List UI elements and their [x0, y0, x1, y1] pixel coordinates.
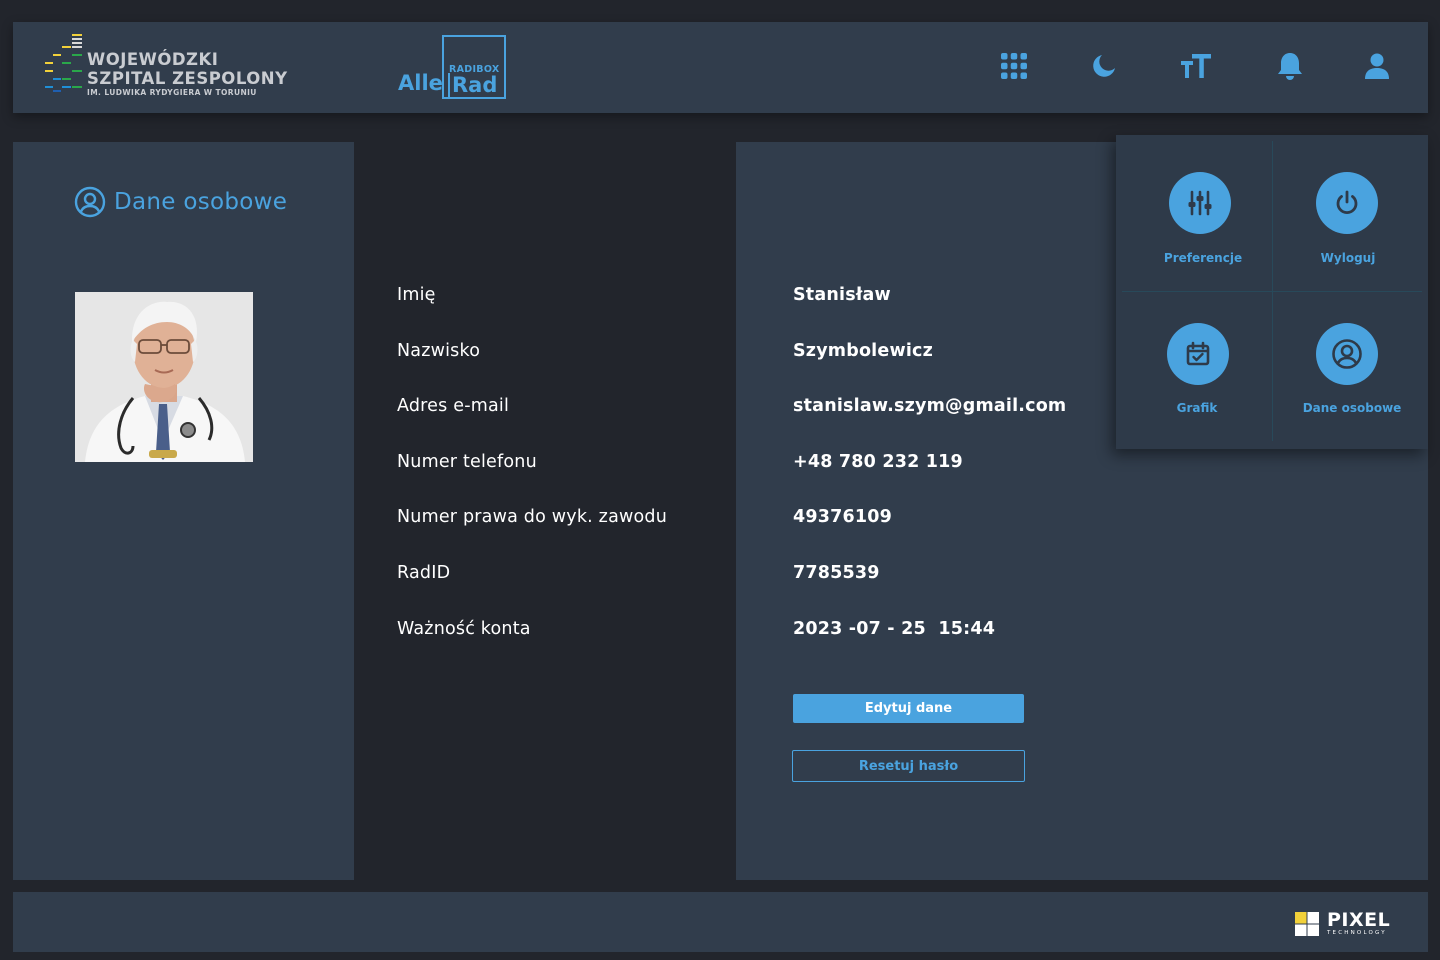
- top-header: WOJEWÓDZKI SZPITAL ZESPOLONY IM. LUDWIKA…: [13, 22, 1428, 113]
- sliders-icon: [1169, 172, 1231, 234]
- field-value-last-name: Szymbolewicz: [793, 340, 933, 361]
- apps-grid-icon[interactable]: [998, 50, 1030, 82]
- menu-item-logout[interactable]: Wyloguj: [1272, 135, 1428, 285]
- field-label-license-number: Numer prawa do wyk. zawodu: [397, 507, 668, 528]
- font-size-icon[interactable]: [1180, 50, 1212, 82]
- profile-field-labels: Imię Nazwisko Adres e-mail Numer telefon…: [397, 285, 727, 674]
- field-value-radid: 7785539: [793, 562, 880, 583]
- user-account-icon[interactable]: [1361, 50, 1393, 82]
- notifications-bell-icon[interactable]: [1274, 50, 1306, 82]
- profile-photo: [75, 292, 253, 462]
- pixel-logo-square-icon: [1295, 912, 1319, 936]
- hospital-name-line2: SZPITAL ZESPOLONY: [87, 69, 288, 88]
- hospital-logo-bars-icon: [45, 34, 82, 92]
- hospital-name-line1: WOJEWÓDZKI: [87, 50, 219, 69]
- power-icon: [1316, 172, 1378, 234]
- profile-field-values: Stanisław Szymbolewicz stanislaw.szym@gm…: [793, 285, 1113, 674]
- menu-label-schedule: Grafik: [1176, 401, 1218, 415]
- pixel-brand-subtext: TECHNOLOGY: [1327, 930, 1387, 936]
- field-value-account-validity: 2023 -07 - 25 15:44: [793, 618, 996, 639]
- user-menu-dropdown: Preferencje Wyloguj Grafik Dane osobowe: [1116, 135, 1428, 449]
- radibox-frame: RADIBOX Rad: [442, 35, 506, 99]
- field-value-phone: +48 780 232 119: [793, 451, 963, 472]
- dark-mode-moon-icon[interactable]: [1088, 50, 1120, 82]
- field-label-radid: RadID: [397, 562, 451, 583]
- section-title: Dane osobowe: [74, 186, 287, 218]
- menu-item-schedule[interactable]: Grafik: [1116, 285, 1272, 435]
- field-label-last-name: Nazwisko: [397, 340, 481, 361]
- brand-alle: Alle: [398, 71, 443, 95]
- menu-label-logout: Wyloguj: [1320, 251, 1376, 265]
- menu-item-personal-data[interactable]: Dane osobowe: [1272, 285, 1428, 435]
- allerad-logo[interactable]: Alle RADIBOX Rad: [398, 35, 518, 99]
- footer-bar: PIXEL TECHNOLOGY: [13, 892, 1428, 952]
- field-label-email: Adres e-mail: [397, 396, 510, 417]
- brand-rad: Rad: [448, 73, 497, 97]
- menu-label-preferences: Preferencje: [1163, 251, 1243, 265]
- hospital-name-line3: IM. LUDWIKA RYDYGIERA W TORUNIU: [87, 88, 257, 97]
- field-value-license-number: 49376109: [793, 507, 893, 528]
- field-label-phone: Numer telefonu: [397, 451, 537, 472]
- field-value-email: stanislaw.szym@gmail.com: [793, 396, 1067, 417]
- user-circle-icon: [74, 186, 106, 218]
- calendar-check-icon: [1167, 323, 1229, 385]
- menu-label-personal-data: Dane osobowe: [1302, 401, 1402, 415]
- edit-data-button[interactable]: Edytuj dane: [793, 694, 1024, 723]
- hospital-name: WOJEWÓDZKI SZPITAL ZESPOLONY IM. LUDWIKA…: [87, 50, 288, 98]
- user-circle-icon: [1316, 323, 1378, 385]
- field-label-account-validity: Ważność konta: [397, 618, 531, 639]
- profile-sidebar: Dane osobowe: [13, 142, 354, 880]
- pixel-technology-logo[interactable]: PIXEL TECHNOLOGY: [1295, 911, 1390, 937]
- pixel-brand-text: PIXEL: [1327, 909, 1391, 931]
- doctor-portrait-image: [75, 292, 253, 462]
- field-value-first-name: Stanisław: [793, 285, 891, 305]
- section-title-text: Dane osobowe: [114, 189, 288, 215]
- hospital-logo[interactable]: WOJEWÓDZKI SZPITAL ZESPOLONY IM. LUDWIKA…: [43, 28, 287, 98]
- reset-password-button[interactable]: Resetuj hasło: [792, 750, 1025, 782]
- field-label-first-name: Imię: [397, 285, 436, 305]
- menu-item-preferences[interactable]: Preferencje: [1116, 135, 1272, 285]
